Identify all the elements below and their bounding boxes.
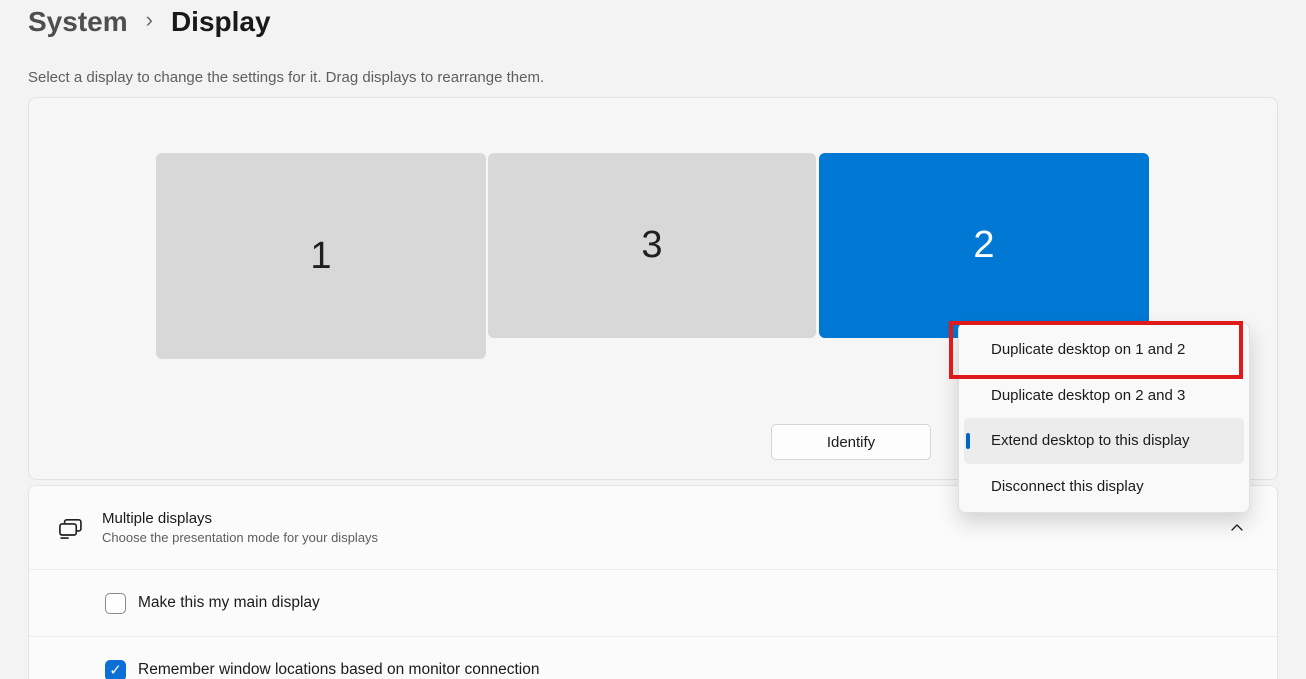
display-mode-menu: Duplicate desktop on 1 and 2 Duplicate d… <box>958 322 1250 513</box>
remember-locations-checkbox[interactable] <box>105 660 126 679</box>
page-description: Select a display to change the settings … <box>28 69 544 86</box>
menu-item-disconnect-display[interactable]: Disconnect this display <box>964 464 1244 510</box>
menu-item-duplicate-1-2[interactable]: Duplicate desktop on 1 and 2 <box>964 327 1244 373</box>
option-row-remember-locations: Remember window locations based on monit… <box>29 637 1277 679</box>
selected-item-accent-bar <box>966 433 970 449</box>
multiple-displays-icon <box>56 513 86 543</box>
main-display-label: Make this my main display <box>138 594 320 612</box>
monitor-2-selected[interactable]: 2 <box>819 153 1149 338</box>
monitor-1[interactable]: 1 <box>156 153 486 359</box>
remember-locations-label: Remember window locations based on monit… <box>138 661 540 679</box>
multiple-displays-card: Multiple displays Choose the presentatio… <box>28 485 1278 679</box>
breadcrumb-system-link[interactable]: System <box>28 6 128 38</box>
menu-item-duplicate-2-3[interactable]: Duplicate desktop on 2 and 3 <box>964 373 1244 419</box>
collapse-chevron-up-icon[interactable] <box>1227 518 1247 538</box>
breadcrumb: System › Display <box>28 0 271 44</box>
option-row-main-display: Make this my main display <box>29 570 1277 636</box>
menu-item-label: Extend desktop to this display <box>991 432 1189 449</box>
multiple-displays-texts: Multiple displays Choose the presentatio… <box>102 508 1227 547</box>
page-title: Display <box>171 6 271 38</box>
main-display-checkbox[interactable] <box>105 593 126 614</box>
breadcrumb-chevron-icon: › <box>142 7 157 33</box>
multiple-displays-subtitle: Choose the presentation mode for your di… <box>102 529 1227 547</box>
menu-item-extend-desktop[interactable]: Extend desktop to this display <box>964 418 1244 464</box>
monitor-3[interactable]: 3 <box>488 153 816 338</box>
identify-button[interactable]: Identify <box>771 424 931 460</box>
